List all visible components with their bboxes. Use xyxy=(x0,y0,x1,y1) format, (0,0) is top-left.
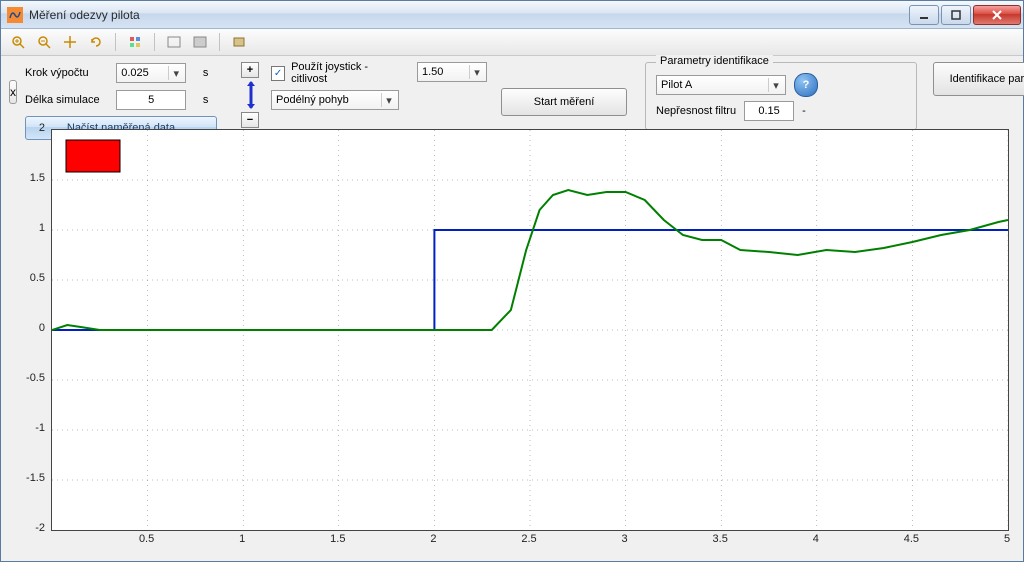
y-tick-label: -0.5 xyxy=(15,372,45,384)
chevron-down-icon: ▾ xyxy=(381,93,396,107)
filter-label: Nepřesnost filtru xyxy=(656,105,736,117)
identification-legend: Parametry identifikace xyxy=(656,55,773,67)
help-button[interactable]: ? xyxy=(794,73,818,97)
x-tick-label: 1.5 xyxy=(328,533,348,545)
sim-length-unit: s xyxy=(203,94,217,106)
x-tick-label: 3.5 xyxy=(710,533,730,545)
y-tick-label: 1 xyxy=(15,222,45,234)
sim-length-input[interactable] xyxy=(116,90,186,110)
x-tick-label: 2.5 xyxy=(519,533,539,545)
motion-dropdown[interactable]: Podélný pohyb ▾ xyxy=(271,90,399,110)
window-buttons-group xyxy=(909,5,1021,25)
x-tick-label: 5 xyxy=(997,533,1017,545)
start-measurement-label: Start měření xyxy=(534,96,595,108)
insert-legend-icon[interactable] xyxy=(163,31,185,53)
sensitivity-dropdown[interactable]: 1.50 ▾ xyxy=(417,62,487,82)
joystick-checkbox[interactable]: ✓ xyxy=(271,66,285,81)
x-tick-label: 0.5 xyxy=(137,533,157,545)
motion-value: Podélný pohyb xyxy=(276,94,349,106)
chevron-down-icon: ▾ xyxy=(469,65,484,79)
zoom-in-icon[interactable] xyxy=(7,31,29,53)
identification-fieldset: Parametry identifikace Pilot A ▾ ? Nepře… xyxy=(645,62,917,130)
x-tick-label: 4 xyxy=(806,533,826,545)
chart-axes[interactable] xyxy=(51,129,1009,531)
minimize-button[interactable] xyxy=(909,5,939,25)
start-measurement-button[interactable]: Start měření xyxy=(501,88,627,116)
pilot-value: Pilot A xyxy=(661,79,692,91)
sensitivity-value: 1.50 xyxy=(422,66,443,78)
link-axes-icon[interactable] xyxy=(228,31,250,53)
identify-params-label: Identifikace parametrů xyxy=(950,73,1024,85)
slider-track[interactable] xyxy=(245,80,255,110)
data-cursor-icon[interactable] xyxy=(124,31,146,53)
y-tick-label: -2 xyxy=(15,522,45,534)
figure-toolbar xyxy=(1,29,1023,56)
sim-length-label: Délka simulace xyxy=(25,94,108,106)
identify-params-button[interactable]: Identifikace parametrů xyxy=(933,62,1024,96)
toolbar-separator xyxy=(219,33,220,51)
joystick-label: Použít joystick - citlivost xyxy=(291,61,399,85)
joystick-params: ✓ Použít joystick - citlivost Podélný po… xyxy=(271,62,399,111)
filter-unit: - xyxy=(802,105,806,117)
rotate-icon[interactable] xyxy=(85,31,107,53)
chevron-down-icon: ▾ xyxy=(768,78,783,92)
close-panel-label: x xyxy=(10,85,16,99)
maximize-button[interactable] xyxy=(941,5,971,25)
pan-icon[interactable] xyxy=(59,31,81,53)
toolbar-separator xyxy=(154,33,155,51)
x-tick-label: 2 xyxy=(423,533,443,545)
y-tick-label: 2 xyxy=(15,122,45,134)
y-tick-label: -1 xyxy=(15,422,45,434)
plot-area: -2-1.5-1-0.500.511.520.511.522.533.544.5… xyxy=(9,129,1015,555)
y-tick-label: 0 xyxy=(15,322,45,334)
pilot-dropdown[interactable]: Pilot A ▾ xyxy=(656,75,786,95)
simulation-params: Krok výpočtu 0.025 ▾ s Délka simulace s … xyxy=(25,62,217,138)
x-tick-label: 3 xyxy=(615,533,635,545)
step-dropdown[interactable]: 0.025 ▾ xyxy=(116,63,186,83)
close-button[interactable] xyxy=(973,5,1021,25)
x-tick-label: 1 xyxy=(232,533,252,545)
vertical-slider[interactable]: + − xyxy=(241,62,259,128)
step-label: Krok výpočtu xyxy=(25,67,108,79)
step-unit: s xyxy=(203,67,217,79)
close-panel-button[interactable]: x xyxy=(9,80,17,104)
y-tick-label: 0.5 xyxy=(15,272,45,284)
x-tick-label: 4.5 xyxy=(901,533,921,545)
step-value: 0.025 xyxy=(121,67,149,79)
titlebar: Měření odezvy pilota xyxy=(1,1,1023,29)
app-icon xyxy=(7,7,23,23)
chevron-down-icon: ▾ xyxy=(168,66,183,80)
toolbar-separator xyxy=(115,33,116,51)
insert-colorbar-icon[interactable] xyxy=(189,31,211,53)
slider-minus[interactable]: − xyxy=(241,112,259,128)
y-tick-label: -1.5 xyxy=(15,472,45,484)
app-window: Měření odezvy pilota x xyxy=(0,0,1024,562)
zoom-out-icon[interactable] xyxy=(33,31,55,53)
y-tick-label: 1.5 xyxy=(15,172,45,184)
slider-plus[interactable]: + xyxy=(241,62,259,78)
window-title: Měření odezvy pilota xyxy=(29,8,909,22)
filter-input[interactable] xyxy=(744,101,794,121)
